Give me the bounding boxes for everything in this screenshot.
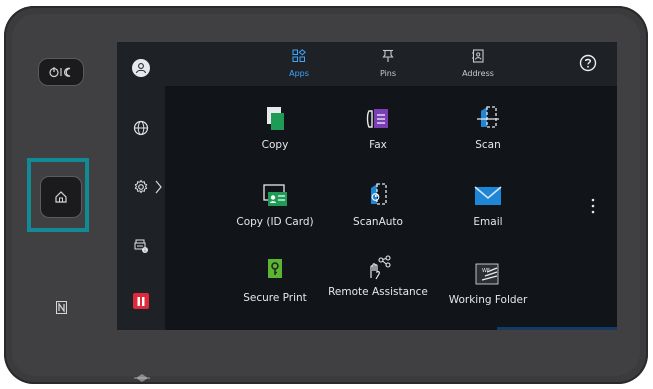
app-remote-assistance-label: Remote Assistance <box>328 286 428 298</box>
app-fax-label: Fax <box>369 139 387 151</box>
tab-pins-label: Pins <box>379 69 397 78</box>
copy-icon <box>267 107 284 130</box>
chevron-right-icon <box>155 180 162 194</box>
secure-print-icon <box>268 259 282 278</box>
app-scan-auto[interactable]: ScanAuto <box>323 182 433 229</box>
scan-auto-icon <box>371 183 387 205</box>
app-working-folder-label: Working Folder <box>448 294 528 306</box>
tab-apps[interactable]: Apps <box>269 48 329 82</box>
svg-text:i: i <box>144 248 145 254</box>
settings-icon <box>134 179 148 194</box>
app-remote-assistance[interactable]: Remote Assistance <box>323 254 433 299</box>
app-secure-print-label: Secure Print <box>243 292 307 304</box>
fax-icon <box>366 109 388 128</box>
apps-grid-icon <box>292 49 306 62</box>
app-copy[interactable]: Copy <box>220 105 330 152</box>
home-button[interactable] <box>40 176 82 218</box>
power-sleep-icon <box>49 67 71 78</box>
app-secure-print[interactable]: Secure Print <box>220 258 330 305</box>
app-copy-id-card-label: Copy (ID Card) <box>236 216 314 228</box>
app-working-folder[interactable]: WF Working Folder <box>433 260 543 307</box>
address-book-icon <box>472 49 484 63</box>
app-fax[interactable]: Fax <box>323 105 433 152</box>
tab-address-label: Address <box>462 69 494 78</box>
remote-assistance-icon <box>370 255 391 280</box>
touch-screen: i Apps Pins Address Copy Fax Scan Copy (… <box>117 42 617 330</box>
scan-icon <box>477 106 499 128</box>
job-status-button[interactable]: i <box>117 228 165 264</box>
top-navigation: Apps Pins Address <box>165 42 617 86</box>
device-settings-button[interactable] <box>117 169 165 205</box>
globe-icon <box>133 120 149 136</box>
pause-icon <box>133 293 149 309</box>
pause-button[interactable] <box>117 283 165 319</box>
more-options-icon[interactable] <box>590 197 596 215</box>
nfc-icon <box>56 301 67 314</box>
tab-pins[interactable]: Pins <box>358 48 418 82</box>
app-scan[interactable]: Scan <box>433 105 543 152</box>
app-email[interactable]: Email <box>433 182 543 229</box>
working-folder-icon: WF <box>475 263 499 285</box>
app-scan-auto-label: ScanAuto <box>353 216 403 228</box>
home-icon <box>55 191 67 203</box>
app-scan-label: Scan <box>475 139 501 151</box>
app-email-label: Email <box>473 216 503 228</box>
pin-icon <box>382 49 394 62</box>
user-button[interactable] <box>117 50 165 86</box>
help-icon[interactable] <box>579 54 597 72</box>
email-icon <box>474 186 502 205</box>
screen-bottom-indicator <box>497 327 617 330</box>
app-copy-label: Copy <box>261 139 289 151</box>
tab-address[interactable]: Address <box>448 48 508 82</box>
status-led-icon <box>134 374 150 382</box>
user-icon <box>132 59 150 77</box>
job-status-icon: i <box>134 239 148 254</box>
app-copy-id-card[interactable]: Copy (ID Card) <box>220 182 330 229</box>
power-button[interactable] <box>38 58 84 86</box>
language-button[interactable] <box>117 110 165 146</box>
sidebar: i <box>117 42 165 330</box>
tab-apps-label: Apps <box>289 69 309 78</box>
id-card-copy-icon <box>263 184 287 206</box>
